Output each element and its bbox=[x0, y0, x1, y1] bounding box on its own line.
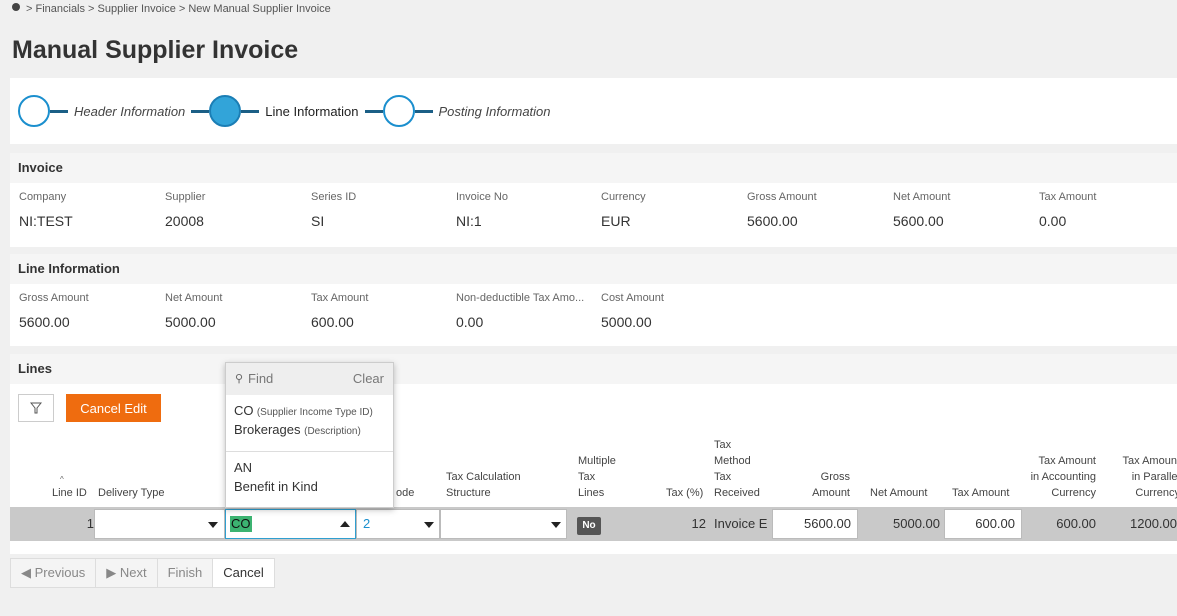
multiple-tax-lines-toggle[interactable]: No bbox=[577, 517, 601, 535]
col-gross-amount[interactable]: Gross Amount bbox=[806, 469, 850, 501]
code-select[interactable]: 2 bbox=[356, 509, 440, 539]
chevron-down-icon[interactable] bbox=[424, 522, 434, 528]
step-header-label[interactable]: Header Information bbox=[68, 104, 191, 119]
tax-amount-value[interactable]: 600.00 bbox=[975, 516, 1015, 531]
col-delivery-type[interactable]: Delivery Type bbox=[98, 485, 164, 501]
line-info-panel: Line Information Gross Amount 5600.00 Net… bbox=[10, 254, 1177, 346]
step-connector bbox=[50, 109, 68, 113]
line-field-cost: Cost Amount 5000.00 bbox=[601, 292, 664, 330]
next-button[interactable]: ▶ Next bbox=[95, 558, 158, 588]
dropdown-option-an[interactable]: AN Benefit in Kind bbox=[226, 452, 393, 509]
step-connector bbox=[241, 109, 260, 113]
cell-tax-accounting: 600.00 bbox=[1056, 516, 1096, 531]
col-tax-calc-structure[interactable]: Tax Calculation Structure bbox=[446, 469, 521, 501]
step-line-label[interactable]: Line Information bbox=[259, 104, 364, 119]
line-field-net: Net Amount 5000.00 bbox=[165, 292, 223, 330]
gross-amount-value[interactable]: 5600.00 bbox=[804, 516, 851, 531]
step-connector bbox=[364, 109, 383, 113]
cell-tax-method: Invoice E bbox=[714, 516, 768, 531]
field-company: Company NI:TEST bbox=[19, 191, 73, 229]
home-icon[interactable] bbox=[12, 3, 20, 11]
invoice-panel-title: Invoice bbox=[10, 153, 1177, 183]
col-net-amount[interactable]: Net Amount bbox=[870, 485, 927, 501]
step-posting-circle[interactable] bbox=[382, 95, 415, 127]
col-tax-parallel-currency[interactable]: Tax Amount in Parallel Currency bbox=[1110, 453, 1177, 501]
filter-button[interactable] bbox=[18, 394, 54, 422]
filter-icon bbox=[30, 402, 42, 414]
line-info-panel-title: Line Information bbox=[10, 254, 1177, 284]
line-field-gross: Gross Amount 5600.00 bbox=[19, 292, 89, 330]
col-line-id[interactable]: Line ID bbox=[52, 485, 87, 501]
field-supplier: Supplier 20008 bbox=[165, 191, 206, 229]
col-tax-method[interactable]: Tax Method Tax Received bbox=[714, 437, 760, 501]
breadcrumb-path[interactable]: > Financials > Supplier Invoice > New Ma… bbox=[26, 3, 331, 15]
search-placeholder[interactable]: Find bbox=[248, 371, 273, 386]
field-net-amount: Net Amount 5600.00 bbox=[893, 191, 951, 229]
previous-button[interactable]: ◀ Previous bbox=[10, 558, 97, 588]
breadcrumb[interactable]: > Financials > Supplier Invoice > New Ma… bbox=[12, 2, 331, 18]
dropdown-search[interactable]: ⚲ Find Clear bbox=[226, 363, 393, 395]
step-connector bbox=[414, 109, 433, 113]
page-title: Manual Supplier Invoice bbox=[12, 36, 299, 64]
step-line-circle[interactable] bbox=[209, 95, 242, 127]
field-series-id: Series ID SI bbox=[311, 191, 357, 229]
col-tax-amount[interactable]: Tax Amount bbox=[952, 485, 1009, 501]
cell-net-amount: 5000.00 bbox=[893, 516, 940, 531]
chevron-right-icon: ▶ bbox=[106, 565, 117, 580]
tax-amount-input[interactable]: 600.00 bbox=[944, 509, 1022, 539]
tax-calc-structure-select[interactable] bbox=[440, 509, 567, 539]
field-tax-amount: Tax Amount 0.00 bbox=[1039, 191, 1097, 229]
col-code[interactable]: ode bbox=[396, 485, 414, 501]
col-tax-pct[interactable]: Tax (%) bbox=[666, 485, 703, 501]
lines-panel-title: Lines bbox=[10, 354, 1177, 384]
line-field-tax: Tax Amount 600.00 bbox=[311, 292, 369, 330]
search-icon: ⚲ bbox=[235, 373, 244, 385]
chevron-down-icon[interactable] bbox=[208, 522, 218, 528]
chevron-up-icon[interactable] bbox=[340, 521, 350, 527]
cell-line-id: 1 bbox=[86, 516, 94, 531]
step-header-circle[interactable] bbox=[18, 95, 50, 127]
gross-amount-input[interactable]: 5600.00 bbox=[772, 509, 858, 539]
step-posting-label[interactable]: Posting Information bbox=[433, 104, 557, 119]
field-invoice-no: Invoice No NI:1 bbox=[456, 191, 508, 229]
field-currency: Currency EUR bbox=[601, 191, 646, 229]
clear-button[interactable]: Clear bbox=[353, 371, 384, 386]
delivery-type-select[interactable] bbox=[94, 509, 225, 539]
cancel-edit-button[interactable]: Cancel Edit bbox=[66, 394, 161, 422]
cell-tax-parallel: 1200.00 bbox=[1130, 516, 1177, 531]
chevron-down-icon[interactable] bbox=[551, 522, 561, 528]
cell-tax-pct: 12 bbox=[691, 516, 706, 531]
code-value[interactable]: 2 bbox=[363, 516, 370, 531]
step-connector bbox=[191, 109, 210, 113]
income-type-value[interactable]: CO bbox=[230, 516, 252, 532]
wizard-steps: Header Information Line Information Post… bbox=[10, 78, 1177, 144]
col-multiple-tax-lines[interactable]: Multiple Tax Lines bbox=[578, 453, 616, 501]
cancel-button[interactable]: Cancel bbox=[212, 558, 275, 588]
dropdown-option-co[interactable]: CO (Supplier Income Type ID) Brokerages … bbox=[226, 395, 393, 452]
income-type-input[interactable]: CO bbox=[225, 509, 356, 539]
line-field-nondeductible: Non-deductible Tax Amo... 0.00 bbox=[456, 292, 585, 330]
sort-ascending-icon[interactable]: ^ bbox=[60, 475, 64, 484]
invoice-panel: Invoice Company NI:TEST Supplier 20008 Ser… bbox=[10, 153, 1177, 247]
col-tax-accounting-currency[interactable]: Tax Amount in Accounting Currency bbox=[1020, 453, 1096, 501]
wizard-nav: ◀ Previous ▶ Next Finish Cancel bbox=[10, 558, 275, 588]
lines-panel: Lines Cancel Edit Line ID ^ Delivery Typ… bbox=[10, 354, 1177, 554]
field-gross-amount: Gross Amount 5600.00 bbox=[747, 191, 817, 229]
income-type-dropdown[interactable]: ⚲ Find Clear CO (Supplier Income Type ID… bbox=[225, 362, 394, 508]
chevron-left-icon: ◀ bbox=[21, 565, 31, 580]
finish-button[interactable]: Finish bbox=[156, 558, 214, 588]
